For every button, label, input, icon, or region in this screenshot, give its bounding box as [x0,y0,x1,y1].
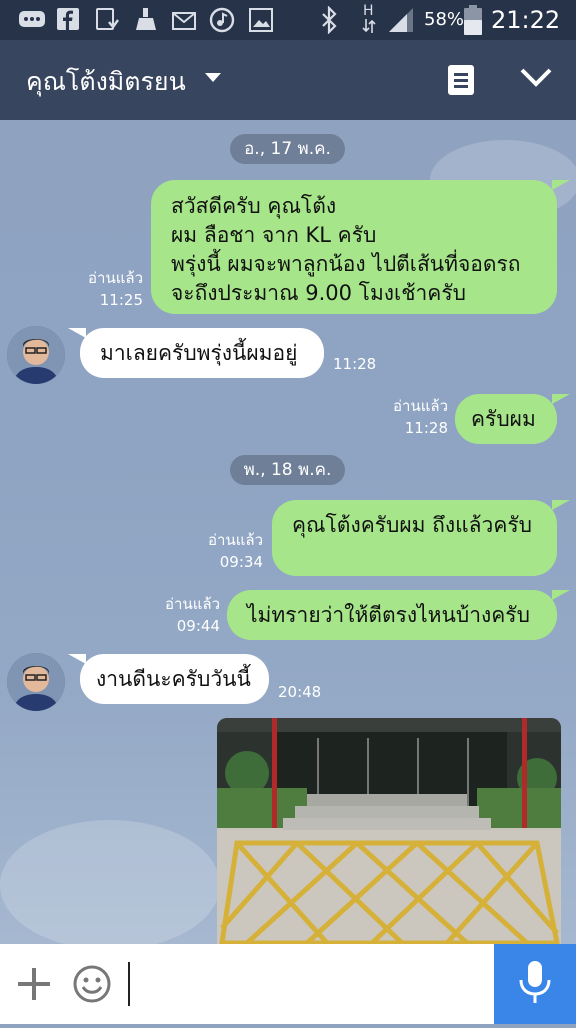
outgoing-message[interactable]: ไม่ทรายว่าให้ตีตรงไหนบ้างครับ [227,590,557,640]
bubble-tail [552,394,570,404]
message-status: อ่านแล้ว 09:44 [147,593,220,637]
read-label: อ่านแล้ว [165,595,220,613]
gallery-icon [249,8,273,32]
bluetooth-icon [322,6,337,34]
mail-icon [172,12,196,30]
avatar[interactable] [7,326,65,384]
read-label: อ่านแล้ว [208,531,263,549]
bubble-tail [68,654,86,664]
network-type: H [363,3,374,19]
dropdown-caret-icon[interactable] [205,73,221,83]
bubble-tail [68,328,86,338]
chat-header: คุณโต้งมิตรยน [0,40,576,120]
background-cloud [0,820,220,944]
message-status: อ่านแล้ว 09:34 [190,529,263,573]
outgoing-message[interactable]: คุณโต้งครับผม ถึงแล้วครับ [272,500,557,576]
outgoing-message[interactable]: สวัสดีครับ คุณโต้ง ผม ลือชา จาก KL ครับ … [151,180,557,314]
status-bar: H 58% 21:22 [0,0,576,40]
facebook-icon [57,8,79,30]
bubble-tail [552,180,570,190]
incoming-message[interactable]: มาเลยครับพรุ่งนี้ผมอยู่ [80,328,324,378]
message-time: 20:48 [278,683,322,701]
bubble-tail [552,500,570,510]
battery-percent: 58% [424,9,465,30]
read-label: อ่านแล้ว [88,269,143,287]
signal-icon [389,8,413,32]
message-line: ผม ลือชา จาก KL ครับ [171,223,377,247]
message-line: จะถึงประมาณ 9.00 โมงเช้าครับ [171,281,466,305]
emoji-icon[interactable] [72,964,112,1004]
message-status: อ่านแล้ว 11:25 [70,267,143,311]
message-time: 09:44 [176,617,220,635]
notes-icon[interactable] [448,65,474,95]
message-input[interactable] [128,962,488,1006]
date-separator: อ., 17 พ.ค. [230,134,345,164]
read-label: อ่านแล้ว [393,397,448,415]
image-message[interactable] [217,718,561,944]
avatar-image [7,326,65,384]
message-time: 11:25 [99,291,143,309]
outgoing-message[interactable]: ครับผม [455,394,557,444]
chevron-down-icon[interactable] [519,67,553,89]
clock: 21:22 [491,6,561,34]
message-time: 09:34 [219,553,263,571]
download-icon [96,8,119,30]
chat-title[interactable]: คุณโต้งมิตรยน [26,62,186,102]
avatar-image [7,653,65,711]
bubble-tail [552,590,570,600]
chat-area[interactable]: อ., 17 พ.ค. อ่านแล้ว 11:25 สวัสดีครับ คุ… [0,120,576,944]
parking-lot-photo [217,718,561,944]
message-time: 11:28 [333,355,377,373]
chat-icon [19,11,45,27]
message-status: อ่านแล้ว 11:28 [375,395,448,439]
message-line: สวัสดีครับ คุณโต้ง [171,194,337,218]
date-separator: พ., 18 พ.ค. [230,455,345,485]
message-time: 11:28 [404,419,448,437]
input-bar [0,944,576,1024]
avatar[interactable] [7,653,65,711]
cleaner-icon [136,8,156,30]
music-icon [209,7,235,33]
message-line: พรุ่งนี้ ผมจะพาลูกน้อง ไปตีเส้นที่จอดรถ [171,252,521,276]
battery-icon [464,5,482,35]
microphone-button[interactable] [494,944,576,1024]
plus-icon[interactable] [16,966,52,1002]
microphone-icon [519,961,551,1003]
incoming-message[interactable]: งานดีนะครับวันนี้ [80,654,269,704]
data-arrows-icon [362,19,376,33]
